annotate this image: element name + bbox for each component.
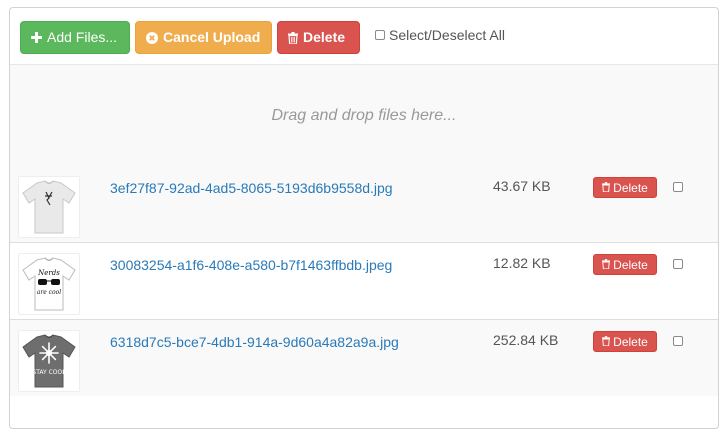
- select-all-toggle[interactable]: Select/Deselect All: [375, 27, 505, 43]
- file-size: 252.84 KB: [493, 332, 559, 348]
- trash-icon: [602, 258, 611, 272]
- file-thumbnail[interactable]: Nerds are cool: [18, 253, 80, 315]
- upload-toolbar: Add Files... Cancel Upload Delete Select…: [10, 8, 718, 64]
- delete-file-button[interactable]: Delete: [593, 331, 657, 352]
- delete-file-label: Delete: [613, 257, 648, 272]
- thumbnail-print-bottom: STAY COOL: [32, 369, 66, 376]
- file-upload-panel: Add Files... Cancel Upload Delete Select…: [9, 7, 719, 429]
- file-row: STAY COOL 6318d7c5-bce7-4db1-914a-9d60a4…: [10, 319, 718, 396]
- select-all-checkbox[interactable]: [375, 30, 385, 40]
- file-row: Nerds are cool 30083254-a1f6-408e-a580-b…: [10, 242, 718, 319]
- delete-file-label: Delete: [613, 334, 648, 349]
- ban-circle-icon: [146, 31, 158, 44]
- file-row: 3ef27f87-92ad-4ad5-8065-5193d6b9558d.jpg…: [10, 166, 718, 242]
- file-thumbnail[interactable]: STAY COOL: [18, 330, 80, 392]
- file-select-checkbox[interactable]: [673, 259, 683, 269]
- trash-icon: [288, 31, 298, 44]
- file-select-checkbox[interactable]: [673, 336, 683, 346]
- trash-icon: [602, 335, 611, 349]
- trash-icon: [602, 181, 611, 195]
- file-size: 12.82 KB: [493, 255, 551, 271]
- delete-file-label: Delete: [613, 180, 648, 195]
- file-list: 3ef27f87-92ad-4ad5-8065-5193d6b9558d.jpg…: [10, 166, 718, 396]
- file-name-link[interactable]: 6318d7c5-bce7-4db1-914a-9d60a4a82a9a.jpg: [110, 334, 399, 350]
- delete-selected-button[interactable]: Delete: [277, 21, 360, 54]
- plus-icon: [31, 32, 42, 43]
- thumbnail-print-top: Nerds: [37, 269, 60, 277]
- delete-file-button[interactable]: Delete: [593, 177, 657, 198]
- add-files-label: Add Files...: [47, 29, 118, 45]
- cancel-upload-button[interactable]: Cancel Upload: [135, 21, 272, 54]
- thumbnail-print-bottom: are cool: [37, 289, 61, 296]
- file-size: 43.67 KB: [493, 178, 551, 194]
- cancel-upload-label: Cancel Upload: [163, 29, 261, 45]
- delete-selected-label: Delete: [303, 29, 346, 45]
- file-select-checkbox[interactable]: [673, 182, 683, 192]
- drop-zone[interactable]: Drag and drop files here...: [10, 64, 718, 168]
- file-name-link[interactable]: 3ef27f87-92ad-4ad5-8065-5193d6b9558d.jpg: [110, 180, 393, 196]
- file-thumbnail[interactable]: [18, 176, 80, 238]
- file-name-link[interactable]: 30083254-a1f6-408e-a580-b7f1463ffbdb.jpe…: [110, 257, 392, 273]
- select-all-label: Select/Deselect All: [389, 27, 505, 43]
- drop-zone-text: Drag and drop files here...: [271, 107, 457, 124]
- delete-file-button[interactable]: Delete: [593, 254, 657, 275]
- add-files-button[interactable]: Add Files...: [20, 21, 130, 54]
